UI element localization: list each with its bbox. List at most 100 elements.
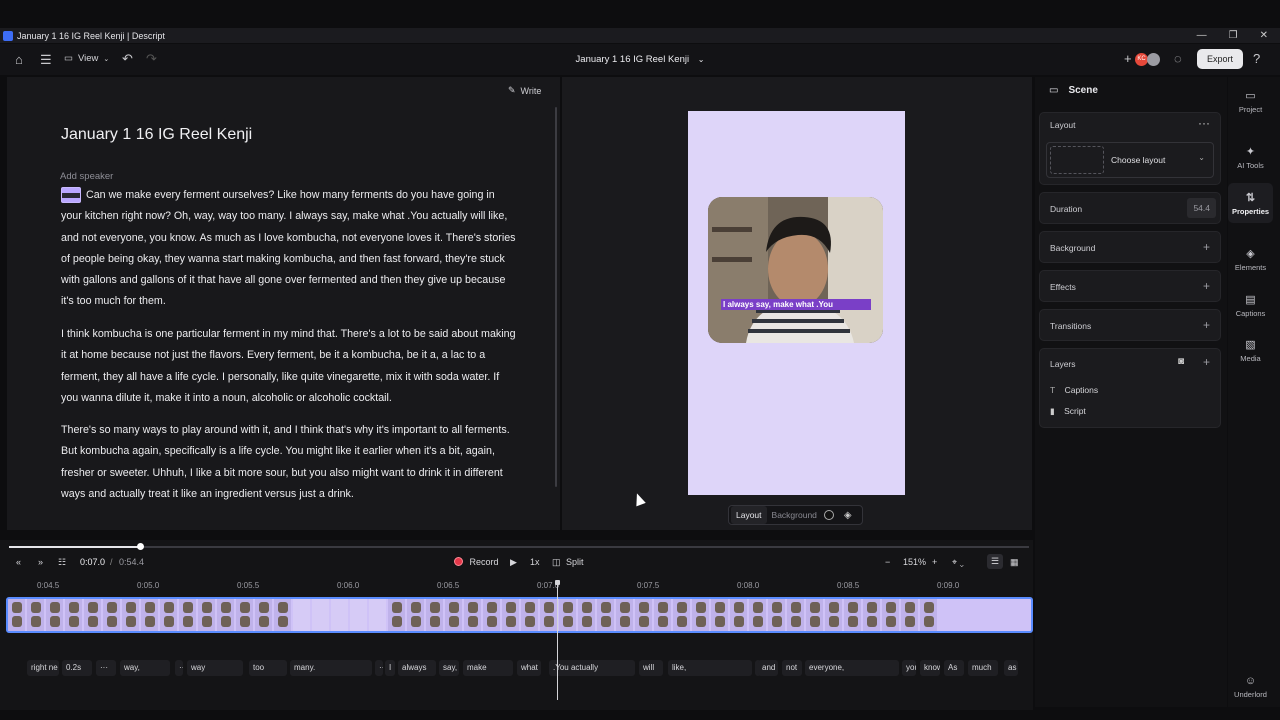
word-chip[interactable]: many. [290,660,372,676]
word-chip[interactable]: everyone, [805,660,899,676]
chapters-icon[interactable]: ☷ [58,557,66,568]
pointer-tool-icon[interactable]: ⌖ ⌄ [952,557,964,568]
duration-value[interactable]: 54.4 [1187,198,1216,218]
plus-icon[interactable]: + [1203,240,1210,254]
skip-forward-icon[interactable]: » [38,557,43,567]
word-chip[interactable]: 0.2s [62,660,92,676]
zoom-level[interactable]: 151% [903,557,926,567]
add-collaborator-icon[interactable]: + [1124,52,1132,65]
word-chip[interactable]: I [385,660,395,676]
speed-button[interactable]: 1x [530,557,540,567]
rail-properties[interactable]: ⇅ Properties [1228,183,1273,223]
word-chip[interactable]: As [944,660,964,676]
rail-underlord[interactable]: ☺ Underlord [1228,675,1273,699]
plus-icon[interactable]: + [1203,355,1210,369]
close-window-button[interactable]: ✕ [1260,30,1268,41]
script-title[interactable]: January 1 16 IG Reel Kenji [61,126,252,144]
word-chip[interactable]: right ne [27,660,59,676]
transitions-card[interactable]: Transitions + [1039,309,1221,341]
time-ruler[interactable]: 0:04.5 0:05.0 0:05.5 0:06.0 0:06.5 0:07.0 0:07… [0,580,1033,594]
background-card[interactable]: Background + [1039,231,1221,263]
video-layer[interactable]: I always say, make what .You [708,197,883,343]
script-layer-icon: ▮ [1050,406,1055,416]
video-frame-thumbnail [27,599,46,631]
play-button[interactable]: ▶ [510,557,517,568]
word-chip[interactable]: make [463,660,513,676]
word-chip[interactable]: much [968,660,998,676]
word-chip[interactable]: ··· [96,660,116,676]
split-button[interactable]: ◫ Split [552,557,584,568]
effects-label: Effects [1050,282,1076,292]
preview-tabs: Layout Background ◈ [728,505,863,525]
tab-layout[interactable]: Layout [731,506,767,524]
properties-panel: ▭ Scene Layout ··· Choose layout ⌄ Durat… [1035,77,1227,707]
avatar-2[interactable] [1147,53,1160,66]
word-chip[interactable]: .You actually [549,660,635,676]
layer-item[interactable]: ▮ Script [1050,406,1086,417]
scrubber-handle[interactable] [136,543,144,550]
word-chip[interactable]: not [782,660,802,676]
word-chip[interactable]: like, [668,660,752,676]
word-chip[interactable]: and [758,660,778,676]
script-paragraph[interactable]: There's so many ways to play around with… [61,420,516,505]
rail-label: Elements [1234,263,1267,272]
grid-view-icon[interactable]: ▦ [1010,557,1019,568]
video-track-filmstrip[interactable] [6,597,1033,633]
word-chip[interactable]: way [187,660,243,676]
write-mode-button[interactable]: ✎ Write [508,85,541,96]
video-frame-thumbnail [502,599,521,631]
editor-scrollbar[interactable] [555,107,557,487]
right-nav-rail: ▭ Project ✦ AI Tools ⇅ Properties ◈ Elements… [1228,77,1280,707]
help-icon[interactable]: ? [1253,52,1260,65]
word-chip[interactable]: you [902,660,916,676]
word-chip[interactable]: what [517,660,541,676]
zoom-out-button[interactable]: − [885,557,890,567]
tab-background[interactable]: Background [767,506,822,524]
zoom-in-button[interactable]: + [932,557,937,567]
playhead[interactable] [557,580,558,700]
rail-ai-tools[interactable]: ✦ AI Tools [1228,145,1273,170]
scene-canvas[interactable]: I always say, make what .You [688,111,905,495]
document-title-menu[interactable]: January 1 16 IG Reel Kenji ⌄ [0,54,1280,65]
color-swatch-icon[interactable] [823,510,834,520]
word-chip[interactable]: as [1004,660,1018,676]
comments-icon[interactable]: ◌ [1174,52,1182,65]
screenshot-icon[interactable]: ◙ [1178,356,1184,367]
rail-elements[interactable]: ◈ Elements [1228,247,1273,272]
script-view-icon[interactable]: ☰ [987,554,1004,569]
rail-project[interactable]: ▭ Project [1228,89,1273,114]
word-chip[interactable]: say, [439,660,459,676]
rail-media[interactable]: ▧ Media [1228,338,1273,363]
skip-back-icon[interactable]: « [16,557,21,567]
script-paragraph[interactable]: I think kombucha is one particular ferme… [61,324,516,409]
word-chip[interactable]: too [249,660,287,676]
maximize-button[interactable]: ❐ [1229,30,1238,41]
word-chip[interactable]: will [639,660,663,676]
word-chip[interactable]: know [920,660,940,676]
record-button[interactable]: Record [454,557,499,567]
video-frame-thumbnail [388,599,407,631]
word-track: right ne0.2s···way,···waytoomany.···Ialw… [0,660,1033,676]
plus-icon[interactable]: + [1203,318,1210,332]
choose-layout-dropdown[interactable]: Choose layout ⌄ [1046,142,1214,178]
add-speaker-button[interactable]: Add speaker [60,171,113,182]
layers-icon[interactable]: ◈ [844,510,852,521]
word-chip[interactable]: way, [120,660,170,676]
effects-card[interactable]: Effects + [1039,270,1221,302]
word-chip[interactable]: ··· [175,660,183,676]
caption-overlay[interactable]: I always say, make what .You [721,299,871,310]
plus-icon[interactable]: + [1203,279,1210,293]
export-button[interactable]: Export [1197,49,1243,69]
layer-item[interactable]: T Captions [1050,385,1098,395]
layers-card: Layers ◙ + T Captions ▮ Script [1039,348,1221,428]
script-paragraph[interactable]: Can we make every ferment ourselves? Lik… [61,185,516,313]
minimize-button[interactable]: — [1197,30,1207,41]
rail-captions[interactable]: ▤ Captions [1228,293,1273,318]
playback-scrubber[interactable] [9,543,1029,550]
more-options-icon[interactable]: ··· [1198,116,1210,130]
word-chip[interactable]: always [398,660,436,676]
video-frame-thumbnail [483,599,502,631]
word-chip[interactable]: ··· [375,660,383,676]
choose-layout-label: Choose layout [1111,155,1166,165]
descript-app-icon [3,30,13,41]
